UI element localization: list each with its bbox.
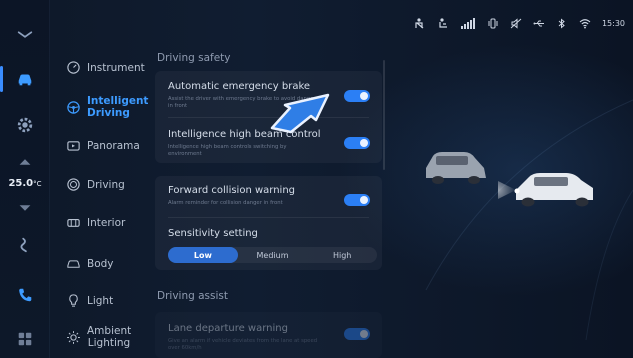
seatbelt-icon bbox=[415, 18, 424, 29]
pointer-arrow-icon bbox=[270, 93, 330, 134]
menu-item-intelligent-driving[interactable]: Intelligent Driving bbox=[66, 95, 162, 119]
gauge-icon bbox=[67, 61, 80, 74]
menu-item-interior[interactable]: Interior bbox=[66, 215, 125, 230]
ldw-description: Give an alarm if vehicle deviates from t… bbox=[168, 338, 318, 351]
seat-heat-icon[interactable] bbox=[0, 236, 50, 254]
menu-item-driving[interactable]: Driving bbox=[66, 177, 125, 192]
settings-icon[interactable] bbox=[0, 116, 50, 134]
menu-item-label: Instrument bbox=[87, 61, 145, 74]
menu-item-label: Intelligent Driving bbox=[87, 95, 149, 119]
ambient-light-icon bbox=[67, 330, 80, 344]
sensitivity-option-low[interactable]: Low bbox=[168, 247, 238, 263]
car-icon[interactable] bbox=[0, 70, 50, 88]
ldw-title: Lane departure warning bbox=[168, 323, 288, 334]
phone-icon[interactable] bbox=[0, 286, 50, 304]
temperature-unit: °C bbox=[33, 180, 42, 188]
usb-icon bbox=[533, 20, 544, 27]
sensitivity-title: Sensitivity setting bbox=[168, 228, 258, 239]
signal-icon bbox=[460, 18, 475, 29]
menu-item-label: Interior bbox=[87, 216, 126, 229]
aeb-toggle[interactable] bbox=[344, 90, 370, 102]
status-time: 15:30 bbox=[601, 19, 625, 28]
seat-icon bbox=[439, 18, 447, 28]
temperature-down-icon[interactable] bbox=[0, 202, 50, 214]
fcw-description: Alarm reminder for collision danger in f… bbox=[168, 200, 283, 206]
fcw-toggle[interactable] bbox=[344, 194, 370, 206]
left-rail: 25.0°C bbox=[0, 0, 50, 358]
driving-mode-icon bbox=[67, 178, 80, 191]
menu-item-label: Panorama bbox=[87, 139, 140, 152]
ldw-toggle[interactable] bbox=[344, 328, 370, 340]
menu-item-body[interactable]: Body bbox=[66, 256, 114, 271]
menu-item-label: Light bbox=[87, 294, 114, 307]
wifi-icon bbox=[579, 19, 591, 29]
sensitivity-segmented-control: Low Medium High bbox=[168, 247, 377, 263]
ihbc-toggle[interactable] bbox=[344, 137, 370, 149]
settings-panel: Driving safety Automatic emergency brake… bbox=[152, 0, 384, 358]
temperature-value: 25.0 bbox=[8, 178, 34, 189]
panel-scrollbar[interactable] bbox=[383, 60, 385, 170]
sensitivity-option-high[interactable]: High bbox=[307, 247, 377, 263]
menu-item-label: Ambient Lighting bbox=[87, 325, 132, 349]
temperature-display: 25.0°C bbox=[0, 178, 50, 189]
camera-icon bbox=[67, 141, 80, 151]
menu-item-instrument[interactable]: Instrument bbox=[66, 60, 145, 75]
mute-icon bbox=[510, 18, 522, 29]
sensitivity-option-medium[interactable]: Medium bbox=[238, 247, 308, 263]
bluetooth-icon bbox=[558, 18, 565, 29]
lane-departure-card: Lane departure warning Give an alarm if … bbox=[155, 312, 382, 358]
menu-item-ambient-lighting[interactable]: Ambient Lighting bbox=[66, 325, 131, 349]
car-body-icon bbox=[67, 260, 80, 268]
menu-item-panorama[interactable]: Panorama bbox=[66, 138, 140, 153]
section-title-driving-assist: Driving assist bbox=[157, 290, 228, 302]
section-title-driving-safety: Driving safety bbox=[157, 52, 231, 64]
ihbc-description: Intelligence high beam controls switchin… bbox=[168, 144, 287, 157]
apps-icon[interactable] bbox=[0, 330, 50, 348]
vehicle-scene-illustration bbox=[425, 99, 633, 341]
menu-item-light[interactable]: Light bbox=[66, 293, 113, 308]
divider bbox=[168, 217, 369, 218]
steering-wheel-icon bbox=[67, 100, 80, 114]
collapse-chevron-icon[interactable] bbox=[0, 26, 50, 44]
fcw-title: Forward collision warning bbox=[168, 185, 296, 196]
lead-car-icon bbox=[426, 152, 486, 184]
settings-screen: 25.0°C Instrument Intelligent Driving Pa… bbox=[0, 0, 633, 358]
status-bar: 15:30 bbox=[414, 18, 625, 29]
light-bulb-icon bbox=[69, 294, 78, 307]
temperature-up-icon[interactable] bbox=[0, 156, 50, 168]
vibrate-icon bbox=[488, 18, 498, 29]
interior-icon bbox=[67, 218, 80, 227]
menu-item-label: Driving bbox=[87, 178, 125, 191]
collision-warning-card: Forward collision warning Alarm reminder… bbox=[155, 176, 382, 270]
settings-menu: Instrument Intelligent Driving Panorama … bbox=[52, 0, 152, 358]
menu-item-label: Body bbox=[87, 257, 114, 270]
